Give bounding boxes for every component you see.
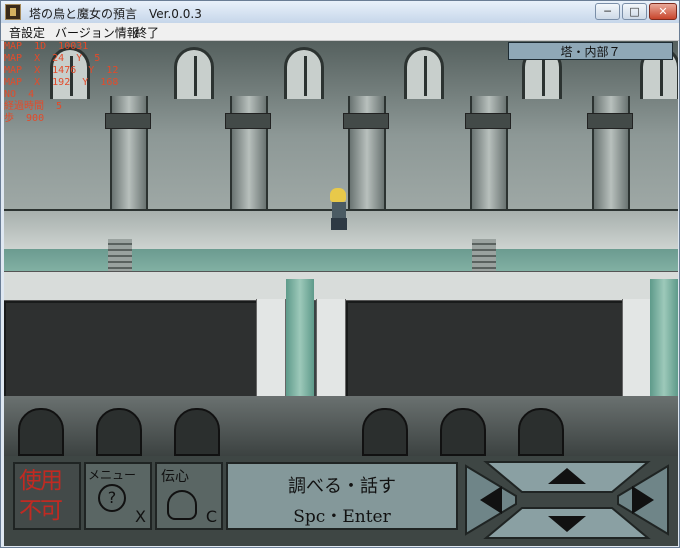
direction-pad xyxy=(462,458,672,542)
use-label-line1: 使用 xyxy=(19,468,63,494)
arched-door xyxy=(362,408,408,456)
debug-line: MAP X 24 Y 5 xyxy=(4,53,101,64)
dark-pit xyxy=(346,301,626,400)
menu-exit[interactable]: 終了 xyxy=(135,24,159,41)
use-item-slot[interactable]: 使用 不可 xyxy=(13,462,81,530)
use-label-line2: 不可 xyxy=(19,498,63,524)
player-character xyxy=(324,186,354,234)
arrow-down-icon[interactable] xyxy=(483,507,651,539)
pillar-capital xyxy=(225,113,271,129)
examine-talk-label: 調べる・話す xyxy=(288,476,396,497)
debug-line: NO 4 xyxy=(4,89,35,100)
menu-label: メニュー xyxy=(88,468,137,482)
arched-window xyxy=(404,47,444,99)
debug-overlay: MAP 1D 10031 MAP X 24 Y 5 MAP X 1476 Y 12 M… xyxy=(4,41,118,125)
pillar-capital xyxy=(587,113,633,129)
stairs xyxy=(108,239,132,271)
question-icon: ? xyxy=(98,484,126,512)
window-title: 塔の鳥と魔女の預言 Ver.0.0.3 xyxy=(29,7,202,21)
arched-door xyxy=(174,408,220,456)
menu-button[interactable]: メニュー ? X xyxy=(84,462,152,530)
maximize-button[interactable]: □ xyxy=(622,3,647,20)
player-body xyxy=(332,202,346,218)
examine-talk-keys: Spc・Enter xyxy=(293,507,391,527)
minimize-button[interactable]: ─ xyxy=(595,3,620,20)
pillar-capital xyxy=(343,113,389,129)
player-hair xyxy=(330,188,346,202)
player-legs xyxy=(331,218,347,230)
arched-door xyxy=(96,408,142,456)
debug-line: MAP X 1476 Y 12 xyxy=(4,65,119,76)
telepathy-button[interactable]: 伝心 C xyxy=(155,462,223,530)
arched-window xyxy=(284,47,324,99)
title-bar[interactable]: 塔の鳥と魔女の預言 Ver.0.0.3 ─ □ ✕ xyxy=(1,1,679,23)
examine-talk-button[interactable]: 調べる・話す Spc・Enter xyxy=(226,462,458,530)
game-viewport[interactable]: MAP 1D 10031 MAP X 24 Y 5 MAP X 1476 Y 12 M… xyxy=(4,41,678,546)
close-button[interactable]: ✕ xyxy=(649,3,677,20)
debug-line: 経過時間 5 xyxy=(4,101,63,112)
location-label: 塔・内部７ xyxy=(508,42,673,60)
menu-version-info[interactable]: バージョン情報 xyxy=(55,24,139,41)
arched-door xyxy=(518,408,564,456)
menu-sound-settings[interactable]: 音設定 xyxy=(9,24,45,41)
menu-bar: 音設定 バージョン情報 終了 xyxy=(1,23,679,41)
game-app-icon xyxy=(5,4,21,20)
debug-line: 歩 900 xyxy=(4,113,45,124)
arrow-up-icon[interactable] xyxy=(483,461,651,493)
debug-line: MAP X 192 Y 168 xyxy=(4,77,119,88)
stone-ledge xyxy=(4,271,678,301)
menu-key: X xyxy=(135,507,146,526)
debug-line: MAP 1D 10031 xyxy=(4,41,89,52)
arched-window xyxy=(174,47,214,99)
speaking-figure-icon xyxy=(167,490,197,520)
stairs xyxy=(472,239,496,271)
game-window: 塔の鳥と魔女の預言 Ver.0.0.3 ─ □ ✕ 音設定 バージョン情報 終了 xyxy=(0,0,680,548)
arched-door xyxy=(18,408,64,456)
hud-bar: 使用 不可 メニュー ? X 伝心 C 調べる・話す Spc・Enter xyxy=(4,456,678,546)
telepathy-key: C xyxy=(205,507,217,526)
arched-door xyxy=(440,408,486,456)
pillar-capital xyxy=(465,113,511,129)
telepathy-label: 伝心 xyxy=(161,469,189,485)
dark-pit xyxy=(4,301,258,400)
